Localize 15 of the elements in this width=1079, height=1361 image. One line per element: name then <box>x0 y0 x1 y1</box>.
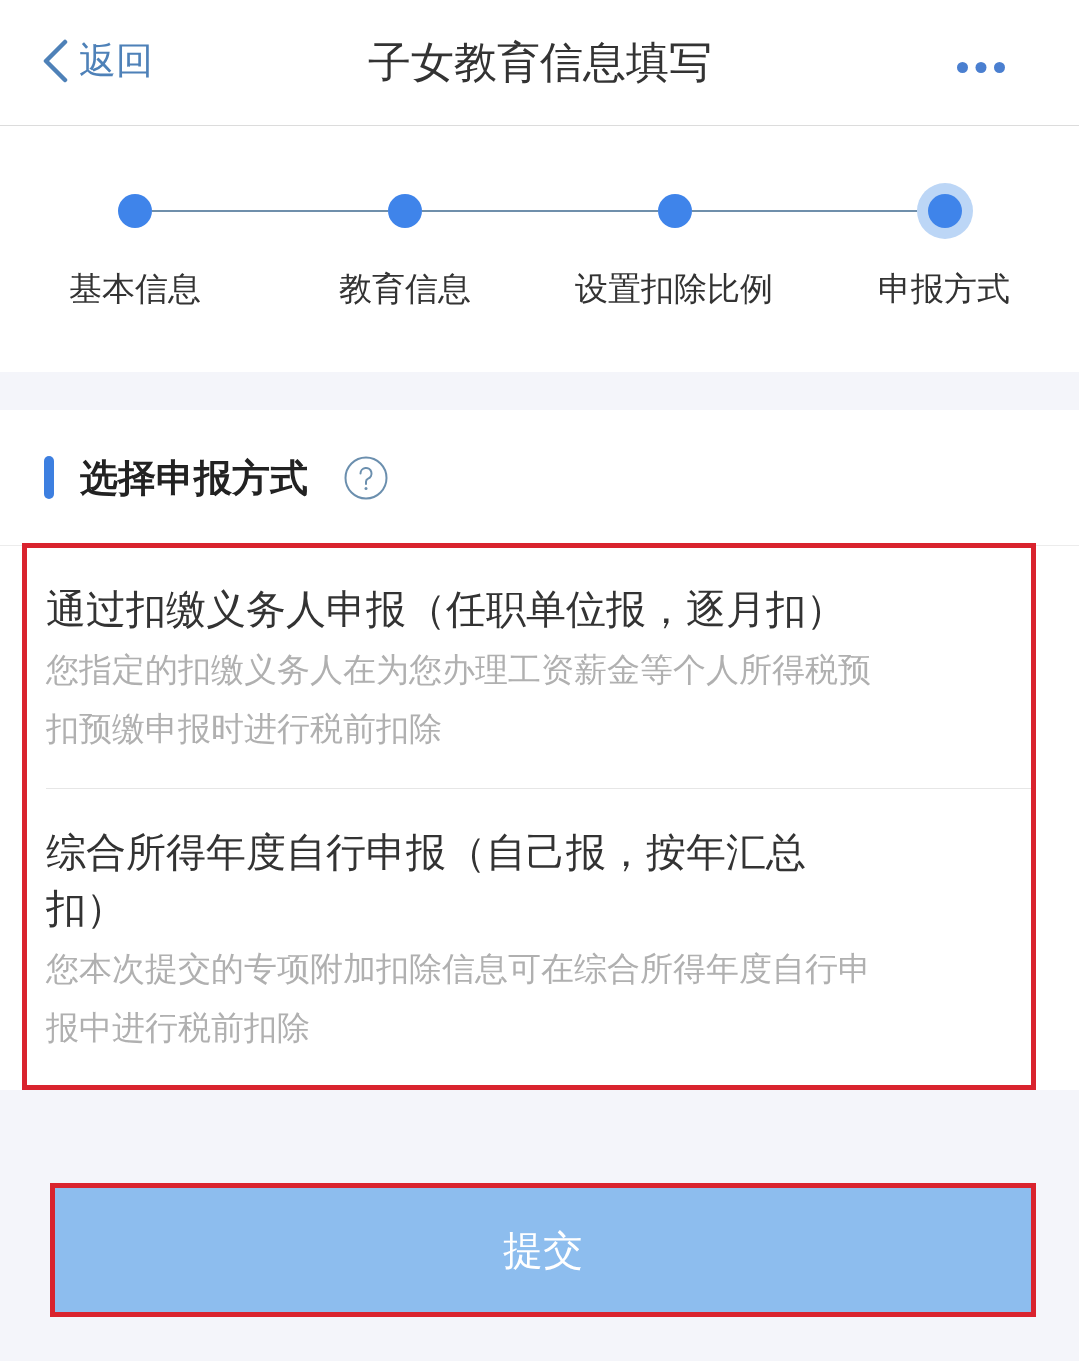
step-label: 教育信息 <box>338 268 471 310</box>
option-title[interactable]: 综合所得年度自行申报（自己报，按年汇总扣） <box>46 824 866 936</box>
section-title: 选择申报方式 <box>80 454 308 502</box>
help-icon[interactable] <box>344 455 388 500</box>
more-icon[interactable] <box>957 62 1005 73</box>
step-label: 申报方式 <box>878 268 1011 310</box>
chevron-left-icon <box>42 38 68 83</box>
option-title[interactable]: 通过扣缴义务人申报（任职单位报，逐月扣） <box>46 581 866 637</box>
section-accent-bar <box>44 456 54 499</box>
option-description: 您指定的扣缴义务人在为您办理工资薪金等个人所得税预扣预缴申报时进行税前扣除 <box>46 649 872 750</box>
option-description: 您本次提交的专项附加扣除信息可在综合所得年度自行申报中进行税前扣除 <box>46 948 872 1049</box>
page-title: 子女教育信息填写 <box>367 35 712 89</box>
step-label: 基本信息 <box>68 268 201 310</box>
back-button[interactable]: 返回 <box>42 38 153 83</box>
step-label: 设置扣除比例 <box>575 268 774 310</box>
